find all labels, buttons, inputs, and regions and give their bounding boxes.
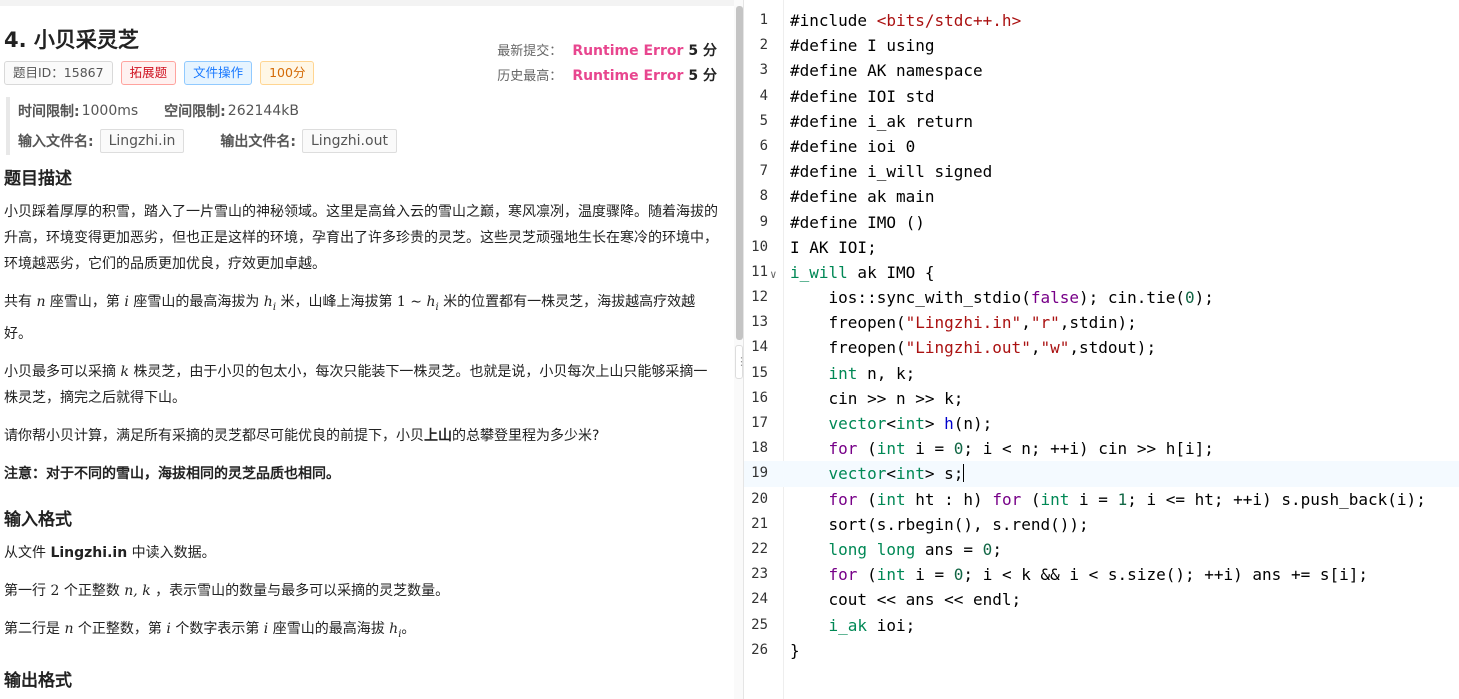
code-line[interactable]: 14 freopen("Lingzhi.out","w",stdout); bbox=[744, 335, 1459, 360]
fold-chevron-icon[interactable]: ∨ bbox=[770, 262, 777, 287]
code-line[interactable]: 21 sort(s.rbegin(), s.rend()); bbox=[744, 512, 1459, 537]
code-line[interactable]: 1 #include <bits/stdc++.h> bbox=[744, 8, 1459, 33]
code-line[interactable]: 7 #define i_will signed bbox=[744, 159, 1459, 184]
code-line[interactable]: 9 #define IMO () bbox=[744, 210, 1459, 235]
code-line[interactable]: 22 long long ans = 0; bbox=[744, 537, 1459, 562]
problem-tags: 题目ID：15867 拓展题 文件操作 100分 bbox=[4, 61, 315, 85]
file-operation-tag[interactable]: 文件操作 bbox=[184, 61, 253, 85]
code-line[interactable]: 11 ∨ i_will ak IMO { bbox=[744, 260, 1459, 285]
description-paragraph-3: 小贝最多可以采摘 k 株灵芝，由于小贝的包太小，每次只能装下一株灵芝。也就是说，… bbox=[4, 363, 708, 406]
latest-submission-label: 最新提交： bbox=[497, 44, 563, 59]
top-strip bbox=[0, 0, 734, 6]
code-line-active[interactable]: 19 vector<int> s; bbox=[744, 461, 1459, 487]
input-format-heading: 输入格式 bbox=[4, 509, 72, 530]
score-tag: 100分 bbox=[260, 61, 315, 85]
code-line[interactable]: 3 #define AK namespace bbox=[744, 58, 1459, 83]
problem-scrollbar[interactable] bbox=[736, 6, 743, 340]
code-lines[interactable]: 1 #include <bits/stdc++.h> 2 #define I usi… bbox=[744, 8, 1459, 663]
code-line[interactable]: 23 for (int i = 0; i < k && i < s.size()… bbox=[744, 562, 1459, 587]
code-line[interactable]: 26} bbox=[744, 638, 1459, 663]
files-row: 输入文件名: Lingzhi.in 输出文件名: Lingzhi.out bbox=[18, 127, 726, 155]
code-line[interactable]: 4 #define IOI std bbox=[744, 84, 1459, 109]
best-submission-result[interactable]: Runtime Error bbox=[572, 68, 683, 84]
latest-submission-score: 5 分 bbox=[688, 43, 717, 59]
resize-grip-icon[interactable]: ⋮ bbox=[735, 345, 747, 379]
latest-submission-result[interactable]: Runtime Error bbox=[572, 43, 683, 59]
problem-panel: 4. 小贝采灵芝 题目ID：15867 拓展题 文件操作 100分 最新提交： … bbox=[0, 0, 734, 699]
code-line[interactable]: 24 cout << ans << endl; bbox=[744, 587, 1459, 612]
memory-limit-value: 262144kB bbox=[227, 103, 299, 119]
description-heading: 题目描述 bbox=[4, 169, 72, 189]
problem-content: 题目描述 小贝踩着厚厚的积雪，踏入了一片雪山的神秘领域。这里是高耸入云的雪山之巅… bbox=[4, 160, 720, 691]
input-file-label: 输入文件名: bbox=[18, 134, 94, 150]
code-line[interactable]: 15 int n, k; bbox=[744, 361, 1459, 386]
code-line[interactable]: 13 freopen("Lingzhi.in","r",stdin); bbox=[744, 310, 1459, 335]
best-submission: 历史最高： Runtime Error 5 分 bbox=[497, 65, 717, 85]
output-file-label: 输出文件名: bbox=[220, 134, 296, 150]
output-file-name[interactable]: Lingzhi.out bbox=[302, 129, 397, 153]
input-paragraph-2: 第一行 2 个正整数 n, k ，表示雪山的数量与最多可以采摘的灵芝数量。 bbox=[4, 582, 450, 599]
description-paragraph-4: 请你帮小贝计算，满足所有采摘的灵芝都尽可能优良的前提下，小贝上山的总攀登里程为多… bbox=[4, 427, 600, 444]
code-line[interactable]: 16 cin >> n >> k; bbox=[744, 386, 1459, 411]
code-line[interactable]: 8 #define ak main bbox=[744, 184, 1459, 209]
time-limit-label: 时间限制: bbox=[18, 104, 80, 120]
code-line[interactable]: 25 i_ak ioi; bbox=[744, 613, 1459, 638]
limits-row: 时间限制: 1000ms 空间限制: 262144kB bbox=[18, 97, 726, 125]
code-line[interactable]: 17 vector<int> h(n); bbox=[744, 411, 1459, 436]
problem-id-tag: 题目ID：15867 bbox=[4, 61, 113, 85]
text-caret bbox=[963, 464, 965, 483]
best-submission-score: 5 分 bbox=[688, 68, 717, 84]
code-line[interactable]: 5 #define i_ak return bbox=[744, 109, 1459, 134]
input-paragraph-3: 第二行是 n 个正整数，第 i 个数字表示第 i 座雪山的最高海拔 hi。 bbox=[4, 620, 416, 640]
code-line[interactable]: 12 ios::sync_with_stdio(false); cin.tie(… bbox=[744, 285, 1459, 310]
extension-tag[interactable]: 拓展题 bbox=[120, 61, 177, 85]
time-limit-value: 1000ms bbox=[81, 103, 139, 119]
output-format-heading: 输出格式 bbox=[4, 670, 72, 691]
memory-limit-label: 空间限制: bbox=[164, 104, 226, 120]
code-editor[interactable]: 1 #include <bits/stdc++.h> 2 #define I usi… bbox=[744, 0, 1459, 699]
best-submission-label: 历史最高： bbox=[497, 69, 563, 84]
input-paragraph-1: 从文件 Lingzhi.in 中读入数据。 bbox=[4, 544, 216, 561]
description-paragraph-1: 小贝踩着厚厚的积雪，踏入了一片雪山的神秘领域。这里是高耸入云的雪山之巅，寒风凛冽… bbox=[4, 204, 718, 272]
code-line[interactable]: 2 #define I using bbox=[744, 33, 1459, 58]
code-line[interactable]: 18 for (int i = 0; i < n; ++i) cin >> h[… bbox=[744, 436, 1459, 461]
code-line[interactable]: 6 #define ioi 0 bbox=[744, 134, 1459, 159]
description-paragraph-2: 共有 n 座雪山，第 i 座雪山的最高海拔为 hi 米，山峰上海拔第 1 ∼ h… bbox=[4, 294, 696, 342]
code-line[interactable]: 20 for (int ht : h) for (int i = 1; i <=… bbox=[744, 487, 1459, 512]
input-file-name[interactable]: Lingzhi.in bbox=[99, 129, 185, 153]
description-note: 注意：对于不同的雪山，海拔相同的灵芝品质也相同。 bbox=[4, 465, 340, 482]
latest-submission: 最新提交： Runtime Error 5 分 bbox=[497, 40, 717, 60]
limits-box: 时间限制: 1000ms 空间限制: 262144kB 输入文件名: Lingz… bbox=[6, 97, 726, 155]
problem-title: 4. 小贝采灵芝 bbox=[4, 28, 139, 52]
code-line[interactable]: 10 I AK IOI; bbox=[744, 235, 1459, 260]
